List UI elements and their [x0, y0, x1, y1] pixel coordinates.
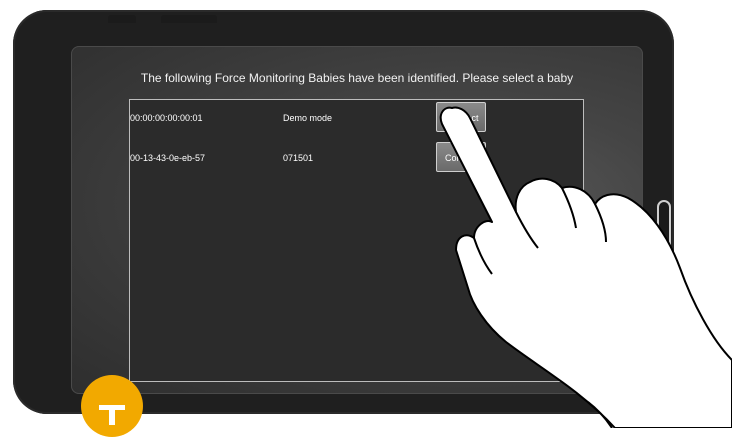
- device-name: Demo mode: [283, 113, 333, 123]
- side-button: [657, 200, 671, 258]
- connect-button[interactable]: Connect: [436, 102, 486, 132]
- tablet-device: The following Force Monitoring Babies ha…: [13, 10, 674, 414]
- device-address: 00:00:00:00:00:01: [130, 113, 203, 123]
- device-address: 00-13-43-0e-eb-57: [130, 153, 206, 163]
- page-title: The following Force Monitoring Babies ha…: [140, 71, 574, 85]
- device-name: 071501: [283, 153, 314, 163]
- connect-button[interactable]: Connect: [436, 142, 486, 172]
- device-list: 00:00:00:00:00:01 Demo mode Connect 00-1…: [129, 99, 584, 382]
- list-item: 00:00:00:00:00:01 Demo mode Connect: [130, 102, 583, 132]
- tablet-screen: The following Force Monitoring Babies ha…: [71, 46, 643, 394]
- list-item: 00-13-43-0e-eb-57 071501 Connect: [130, 142, 583, 172]
- hardware-button: [108, 15, 136, 23]
- hardware-button: [161, 15, 217, 23]
- tap-glyph-icon: [99, 405, 125, 425]
